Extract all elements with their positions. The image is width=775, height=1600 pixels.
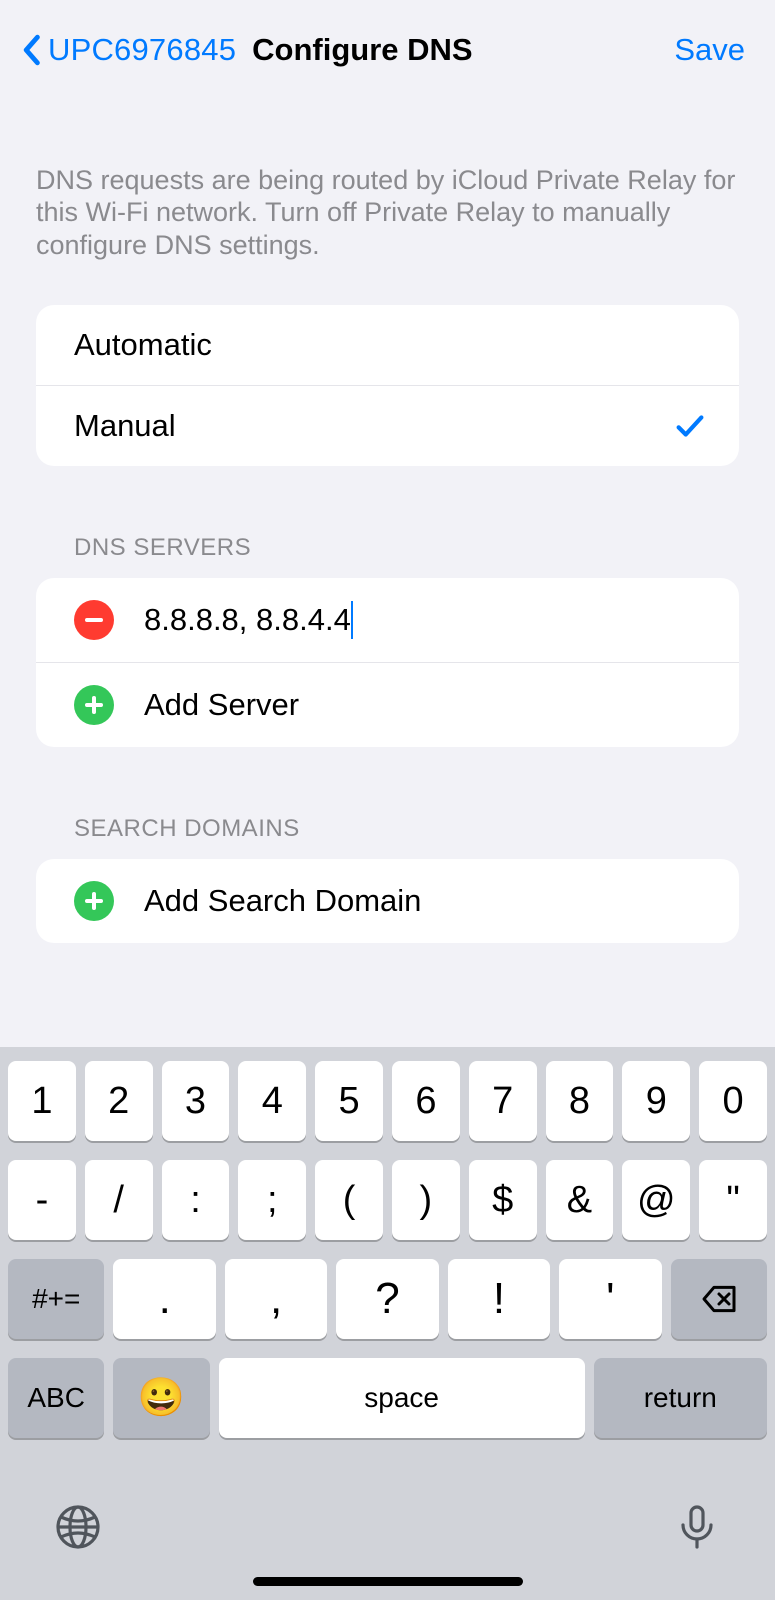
key-char[interactable]: : (162, 1160, 230, 1240)
key-8[interactable]: 8 (546, 1061, 614, 1141)
key-char[interactable]: ; (238, 1160, 306, 1240)
mode-option-label: Automatic (74, 327, 707, 363)
key-char[interactable]: ' (559, 1259, 661, 1339)
key-char[interactable]: ? (336, 1259, 438, 1339)
key-3[interactable]: 3 (162, 1061, 230, 1141)
mode-option-manual[interactable]: Manual (36, 385, 739, 466)
text-cursor (351, 601, 353, 639)
checkmark-icon (673, 409, 707, 443)
add-server-row[interactable]: Add Server (36, 662, 739, 747)
mode-option-label: Manual (74, 408, 673, 444)
key-space[interactable]: space (219, 1358, 585, 1438)
key-backspace[interactable] (671, 1259, 767, 1339)
key-char[interactable]: $ (469, 1160, 537, 1240)
key-0[interactable]: 0 (699, 1061, 767, 1141)
add-server-label: Add Server (144, 687, 707, 723)
description-text: DNS requests are being routed by iCloud … (36, 96, 739, 305)
microphone-icon[interactable] (673, 1503, 721, 1551)
key-char[interactable]: ) (392, 1160, 460, 1240)
key-char[interactable]: - (8, 1160, 76, 1240)
add-search-domain-label: Add Search Domain (144, 883, 707, 919)
dns-server-row[interactable]: 8.8.8.8, 8.8.4.4 (36, 578, 739, 662)
key-6[interactable]: 6 (392, 1061, 460, 1141)
add-icon (74, 881, 114, 921)
key-char[interactable]: ( (315, 1160, 383, 1240)
navigation-bar: UPC6976845 Configure DNS Save (0, 0, 775, 96)
key-char[interactable]: @ (622, 1160, 690, 1240)
key-return[interactable]: return (594, 1358, 767, 1438)
key-9[interactable]: 9 (622, 1061, 690, 1141)
dns-server-input[interactable]: 8.8.8.8, 8.8.4.4 (144, 602, 351, 638)
key-1[interactable]: 1 (8, 1061, 76, 1141)
mode-option-automatic[interactable]: Automatic (36, 305, 739, 385)
page-title: Configure DNS (252, 32, 472, 68)
key-char[interactable]: & (546, 1160, 614, 1240)
section-header-dns-servers: DNS SERVERS (36, 466, 739, 578)
key-symbols[interactable]: #+= (8, 1259, 104, 1339)
key-char[interactable]: , (225, 1259, 327, 1339)
add-search-domain-row[interactable]: Add Search Domain (36, 859, 739, 943)
save-button[interactable]: Save (674, 32, 745, 68)
home-indicator (253, 1577, 523, 1586)
key-char[interactable]: . (113, 1259, 215, 1339)
globe-icon[interactable] (54, 1503, 102, 1551)
back-chevron-icon[interactable] (20, 34, 42, 66)
key-char[interactable]: / (85, 1160, 153, 1240)
key-abc[interactable]: ABC (8, 1358, 104, 1438)
key-emoji[interactable]: 😀 (113, 1358, 209, 1438)
key-char[interactable]: ! (448, 1259, 550, 1339)
add-icon (74, 685, 114, 725)
mode-group: Automatic Manual (36, 305, 739, 466)
dns-servers-group: 8.8.8.8, 8.8.4.4 Add Server (36, 578, 739, 747)
keyboard: 1234567890 -/:;()$&@" #+= .,?!' ABC 😀 sp… (0, 1047, 775, 1600)
key-2[interactable]: 2 (85, 1061, 153, 1141)
key-char[interactable]: " (699, 1160, 767, 1240)
key-5[interactable]: 5 (315, 1061, 383, 1141)
key-4[interactable]: 4 (238, 1061, 306, 1141)
section-header-search-domains: SEARCH DOMAINS (36, 747, 739, 859)
key-7[interactable]: 7 (469, 1061, 537, 1141)
back-button-label[interactable]: UPC6976845 (48, 32, 236, 68)
remove-icon[interactable] (74, 600, 114, 640)
search-domains-group: Add Search Domain (36, 859, 739, 943)
